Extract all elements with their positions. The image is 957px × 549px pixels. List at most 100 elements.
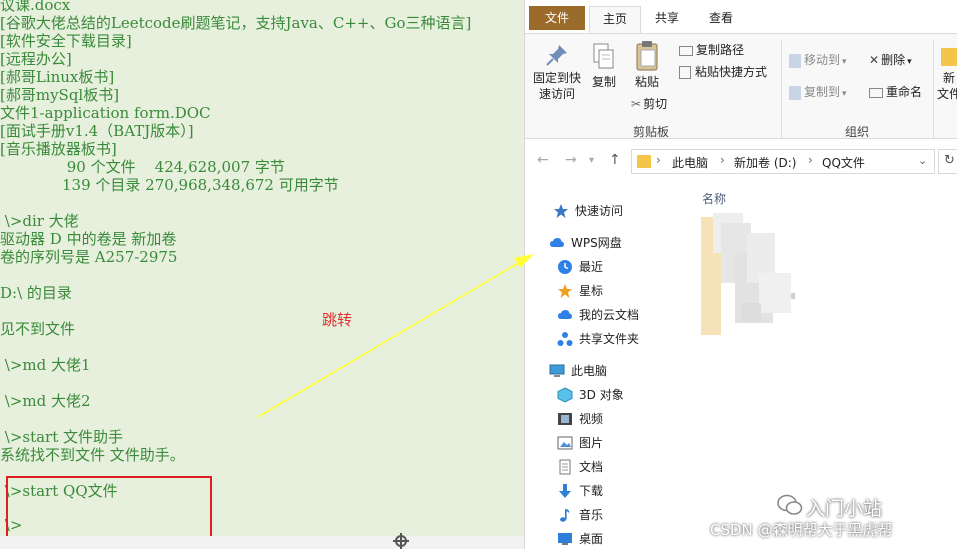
- download-icon: [559, 484, 571, 498]
- copy-button[interactable]: 复制: [587, 42, 621, 90]
- scissors-icon: ✂: [631, 97, 642, 111]
- watermark-csdn: CSDN @森明帮大于黑虎帮: [710, 521, 893, 539]
- up-arrow-icon[interactable]: ↑: [609, 152, 621, 168]
- console-line: \>start 文件助手: [0, 428, 124, 446]
- breadcrumb-separator-icon: ›: [720, 153, 725, 167]
- paste-shortcut-icon: [679, 66, 691, 79]
- console-window[interactable]: 议课.docx [谷歌大佬总结的Leetcode刷题笔记，支持Java、C++、…: [0, 0, 524, 536]
- crosshair-icon: [393, 533, 409, 549]
- console-line: 卷的序列号是 A257-2975: [0, 248, 178, 266]
- nav-label: 文档: [579, 460, 604, 474]
- rename-button[interactable]: 重命名: [869, 84, 922, 100]
- forward-arrow-icon[interactable]: →: [565, 152, 577, 168]
- console-line: \>md 大佬2: [0, 392, 91, 410]
- nav-label: 星标: [579, 284, 604, 298]
- clipboard-icon: [636, 41, 658, 71]
- picture-icon: [557, 436, 573, 450]
- console-line: [远程办公]: [0, 50, 72, 68]
- nav-label: 我的云文档: [579, 308, 640, 322]
- nav-label: 快速访问: [575, 204, 624, 218]
- new-folder-button[interactable]: 新 文件: [937, 42, 957, 102]
- address-dropdown-icon[interactable]: ⌄: [918, 154, 927, 167]
- file-explorer-window: 文件 主页 共享 查看 固定到快 速访问 复制 粘贴 复制路径 粘贴快捷方式 ✂…: [524, 0, 957, 549]
- address-bar[interactable]: › 此电脑 › 新加卷 (D:) › QQ文件 ⌄: [631, 149, 935, 174]
- address-bar-row: ← → ▾ ↑ › 此电脑 › 新加卷 (D:) › QQ文件 ⌄ ↻: [525, 141, 957, 181]
- copy-to-label: 复制到: [804, 85, 841, 99]
- refresh-button[interactable]: ↻: [938, 149, 957, 174]
- nav-label: WPS网盘: [571, 236, 622, 250]
- tab-file[interactable]: 文件: [529, 6, 585, 30]
- nav-label: 音乐: [579, 508, 604, 522]
- tab-view[interactable]: 查看: [697, 6, 745, 34]
- breadcrumb-drive-d[interactable]: 新加卷 (D:): [734, 154, 796, 171]
- breadcrumb-this-pc[interactable]: 此电脑: [672, 154, 708, 171]
- clock-icon: [558, 260, 572, 274]
- pin-to-quick-access-button[interactable]: 固定到快 速访问: [531, 42, 583, 102]
- console-line: 驱动器 D 中的卷是 新加卷: [0, 230, 177, 248]
- new-label-line2: 文件: [937, 87, 957, 101]
- console-line: 139 个目录 270,968,348,672 可用字节: [0, 176, 339, 194]
- console-line: [面试手册v1.4（BATJ版本）]: [0, 122, 194, 140]
- copy-path-label: 复制路径: [696, 43, 745, 57]
- paste-button[interactable]: 粘贴: [629, 40, 665, 90]
- nav-label: 下载: [579, 484, 604, 498]
- console-line: \>dir 大佬: [0, 212, 79, 230]
- move-to-label: 移动到: [804, 53, 841, 67]
- nav-label: 图片: [579, 436, 604, 450]
- paste-shortcut-label: 粘贴快捷方式: [695, 65, 768, 79]
- move-to-button[interactable]: 移动到 ▾: [789, 52, 847, 70]
- delete-button[interactable]: ✕ 删除 ▾: [869, 52, 912, 70]
- console-line: \>md 大佬1: [0, 356, 91, 374]
- rename-label: 重命名: [886, 85, 923, 99]
- copy-icon: [593, 43, 614, 69]
- copy-path-button[interactable]: 复制路径: [679, 42, 744, 58]
- ribbon-divider: [781, 40, 782, 138]
- refresh-icon: ↻: [944, 153, 955, 168]
- tab-home[interactable]: 主页: [589, 6, 641, 34]
- nav-label: 共享文件夹: [579, 332, 640, 346]
- breadcrumb-qq-folder[interactable]: QQ文件: [822, 154, 865, 171]
- organize-group-label: 组织: [845, 125, 870, 139]
- copy-to-dropdown-icon: ▾: [842, 89, 847, 99]
- console-line: 文件1-application form.DOC: [0, 104, 211, 122]
- delete-label: 删除: [881, 53, 906, 67]
- desktop-icon: [558, 533, 572, 545]
- breadcrumb-separator-icon: ›: [656, 153, 661, 167]
- nav-label: 此电脑: [571, 364, 608, 378]
- navigation-pane: 快速访问 WPS网盘 最近 星标 我的云文档 共享文件夹 此电脑 3D 对象 视…: [525, 190, 695, 549]
- blurred-file-thumbnail[interactable]: [701, 213, 801, 341]
- star-icon: [558, 284, 572, 298]
- star-icon: [554, 204, 568, 218]
- delete-icon: ✕: [869, 53, 880, 67]
- console-line: [郝哥mySql板书]: [0, 86, 120, 104]
- console-line: [谷歌大佬总结的Leetcode刷题笔记，支持Java、C++、Go三种语言]: [0, 14, 472, 32]
- tab-share[interactable]: 共享: [643, 6, 691, 34]
- ribbon-home: 固定到快 速访问 复制 粘贴 复制路径 粘贴快捷方式 ✂ 剪切 剪贴板 移动到 …: [525, 33, 957, 139]
- recent-locations-chevron-icon[interactable]: ▾: [589, 155, 594, 166]
- nav-label: 3D 对象: [579, 388, 624, 402]
- nav-label: 最近: [579, 260, 604, 274]
- cut-label: 剪切: [643, 97, 668, 111]
- cloud-icon: [558, 310, 572, 319]
- ribbon-tabs: 文件 主页 共享 查看: [525, 0, 957, 34]
- back-arrow-icon[interactable]: ←: [537, 152, 549, 168]
- copy-to-button[interactable]: 复制到 ▾: [789, 84, 847, 102]
- console-line: 系统找不到文件 文件助手。: [0, 446, 185, 464]
- jump-annotation: 跳转: [322, 311, 353, 329]
- pin-icon: [546, 45, 567, 66]
- document-icon: [559, 459, 571, 475]
- copy-to-icon: [789, 85, 801, 100]
- pin-label-line2: 速访问: [538, 87, 575, 101]
- console-line: [郝哥Linux板书]: [0, 68, 115, 86]
- watermark-brand: 入门小站: [806, 498, 883, 520]
- new-label-line1: 新: [942, 71, 955, 85]
- column-header-name[interactable]: 名称: [702, 190, 726, 207]
- music-icon: [560, 509, 570, 522]
- pin-label-line1: 固定到快: [532, 71, 581, 85]
- console-line: 90 个文件 424,628,007 字节: [0, 158, 285, 176]
- paste-label: 粘贴: [634, 75, 659, 89]
- cut-button[interactable]: ✂ 剪切: [631, 96, 667, 112]
- paste-shortcut-button[interactable]: 粘贴快捷方式: [679, 64, 767, 80]
- delete-dropdown-icon: ▾: [907, 57, 912, 67]
- wechat-icon: [777, 494, 803, 515]
